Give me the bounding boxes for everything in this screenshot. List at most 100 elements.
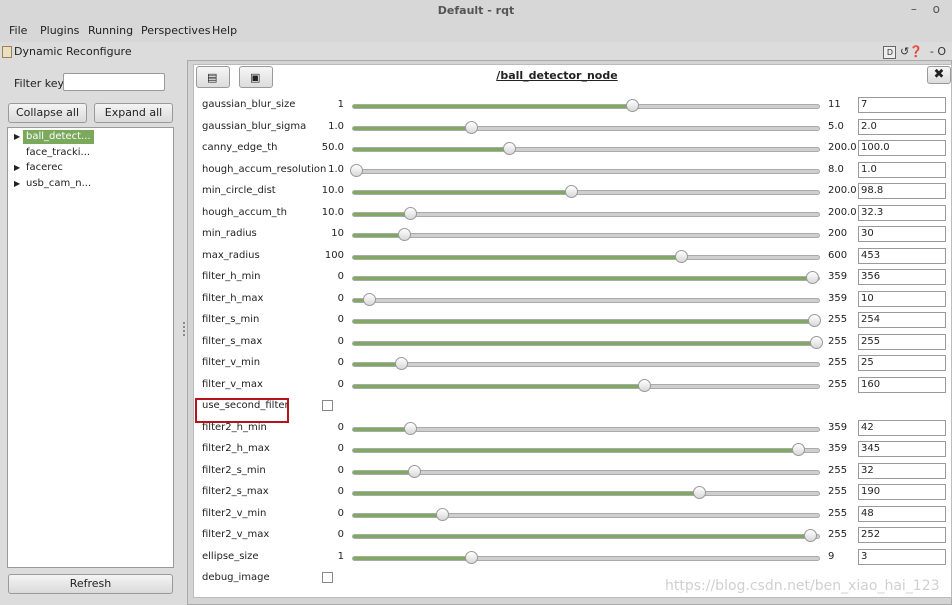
param-value-input[interactable]: 255 bbox=[858, 334, 946, 350]
param-value-input[interactable]: 160 bbox=[858, 377, 946, 393]
param-slider[interactable] bbox=[352, 470, 820, 475]
slider-handle[interactable] bbox=[810, 336, 823, 349]
param-slider[interactable] bbox=[352, 513, 820, 518]
param-max: 200 bbox=[828, 228, 848, 239]
param-slider[interactable] bbox=[352, 169, 820, 174]
param-slider[interactable] bbox=[352, 319, 820, 324]
param-slider[interactable] bbox=[352, 341, 820, 346]
reload-help-icons[interactable]: ↺❓ bbox=[900, 45, 923, 58]
filter-key-input[interactable] bbox=[63, 73, 165, 91]
param-name: gaussian_blur_size bbox=[202, 99, 296, 110]
param-value-input[interactable]: 345 bbox=[858, 441, 946, 457]
param-value-input[interactable]: 25 bbox=[858, 355, 946, 371]
slider-handle[interactable] bbox=[804, 529, 817, 542]
slider-handle[interactable] bbox=[350, 164, 363, 177]
param-value-input[interactable]: 190 bbox=[858, 484, 946, 500]
param-slider[interactable] bbox=[352, 427, 820, 432]
param-value-input[interactable]: 3 bbox=[858, 549, 946, 565]
param-slider[interactable] bbox=[352, 491, 820, 496]
param-value-input[interactable]: 32 bbox=[858, 463, 946, 479]
param-row: min_circle_dist 10.0 200.0 98.8 bbox=[0, 182, 952, 202]
param-slider[interactable] bbox=[352, 190, 820, 195]
param-slider[interactable] bbox=[352, 233, 820, 238]
param-slider[interactable] bbox=[352, 362, 820, 367]
param-name: gaussian_blur_sigma bbox=[202, 121, 307, 132]
slider-handle[interactable] bbox=[436, 508, 449, 521]
param-min: 1 bbox=[337, 551, 344, 562]
param-slider[interactable] bbox=[352, 212, 820, 217]
param-min: 0 bbox=[337, 422, 344, 433]
param-slider[interactable] bbox=[352, 276, 820, 281]
param-value-input[interactable]: 252 bbox=[858, 527, 946, 543]
slider-handle[interactable] bbox=[626, 99, 639, 112]
close-node-button[interactable]: ✖ bbox=[927, 66, 951, 84]
param-slider[interactable] bbox=[352, 556, 820, 561]
minimize-close-icons[interactable]: - O bbox=[930, 45, 946, 58]
param-slider[interactable] bbox=[352, 448, 820, 453]
window-title: Default - rqt bbox=[437, 4, 515, 17]
slider-handle[interactable] bbox=[693, 486, 706, 499]
menu-help[interactable]: Help bbox=[212, 24, 237, 37]
slider-handle[interactable] bbox=[806, 271, 819, 284]
window-controls[interactable]: – o bbox=[911, 2, 946, 16]
param-value-input[interactable]: 100.0 bbox=[858, 140, 946, 156]
slider-handle[interactable] bbox=[808, 314, 821, 327]
param-max: 255 bbox=[828, 465, 848, 476]
param-name: debug_image bbox=[202, 572, 270, 583]
slider-handle[interactable] bbox=[408, 465, 421, 478]
param-value-input[interactable]: 254 bbox=[858, 312, 946, 328]
param-max: 359 bbox=[828, 271, 848, 282]
param-slider[interactable] bbox=[352, 298, 820, 303]
param-max: 255 bbox=[828, 314, 848, 325]
param-max: 255 bbox=[828, 336, 848, 347]
slider-handle[interactable] bbox=[363, 293, 376, 306]
menu-perspectives[interactable]: Perspectives bbox=[141, 24, 210, 37]
param-value-input[interactable]: 1.0 bbox=[858, 162, 946, 178]
param-min: 0 bbox=[337, 293, 344, 304]
param-min: 1.0 bbox=[328, 164, 344, 175]
slider-handle[interactable] bbox=[792, 443, 805, 456]
param-slider[interactable] bbox=[352, 255, 820, 260]
slider-handle[interactable] bbox=[395, 357, 408, 370]
param-value-input[interactable]: 98.8 bbox=[858, 183, 946, 199]
slider-handle[interactable] bbox=[404, 207, 417, 220]
param-slider[interactable] bbox=[352, 104, 820, 109]
param-row: max_radius 100 600 453 bbox=[0, 247, 952, 267]
slider-handle[interactable] bbox=[503, 142, 516, 155]
param-checkbox[interactable] bbox=[322, 400, 333, 411]
param-value-input[interactable]: 356 bbox=[858, 269, 946, 285]
param-row: filter2_v_max 0 255 252 bbox=[0, 526, 952, 546]
param-slider[interactable] bbox=[352, 126, 820, 131]
save-button[interactable]: ▤ bbox=[196, 66, 230, 88]
watermark: https://blog.csdn.net/ben_xiao_hai_123 bbox=[665, 578, 940, 594]
slider-fill bbox=[353, 191, 571, 194]
param-checkbox[interactable] bbox=[322, 572, 333, 583]
slider-handle[interactable] bbox=[398, 228, 411, 241]
param-slider[interactable] bbox=[352, 534, 820, 539]
slider-handle[interactable] bbox=[565, 185, 578, 198]
slider-fill bbox=[353, 514, 441, 517]
load-icon: ▣ bbox=[250, 71, 261, 84]
param-row: filter2_h_max 0 359 345 bbox=[0, 440, 952, 460]
slider-handle[interactable] bbox=[638, 379, 651, 392]
slider-handle[interactable] bbox=[404, 422, 417, 435]
param-value-input[interactable]: 10 bbox=[858, 291, 946, 307]
param-name: filter_s_max bbox=[202, 336, 263, 347]
param-value-input[interactable]: 32.3 bbox=[858, 205, 946, 221]
param-value-input[interactable]: 7 bbox=[858, 97, 946, 113]
slider-handle[interactable] bbox=[465, 121, 478, 134]
load-button[interactable]: ▣ bbox=[239, 66, 273, 88]
slider-handle[interactable] bbox=[675, 250, 688, 263]
param-value-input[interactable]: 42 bbox=[858, 420, 946, 436]
param-value-input[interactable]: 2.0 bbox=[858, 119, 946, 135]
slider-handle[interactable] bbox=[465, 551, 478, 564]
dock-icon[interactable]: D bbox=[883, 46, 897, 59]
param-value-input[interactable]: 48 bbox=[858, 506, 946, 522]
param-slider[interactable] bbox=[352, 384, 820, 389]
param-value-input[interactable]: 453 bbox=[858, 248, 946, 264]
menu-running[interactable]: Running bbox=[88, 24, 133, 37]
param-slider[interactable] bbox=[352, 147, 820, 152]
menu-file[interactable]: File bbox=[9, 24, 27, 37]
param-value-input[interactable]: 30 bbox=[858, 226, 946, 242]
menu-plugins[interactable]: Plugins bbox=[40, 24, 79, 37]
